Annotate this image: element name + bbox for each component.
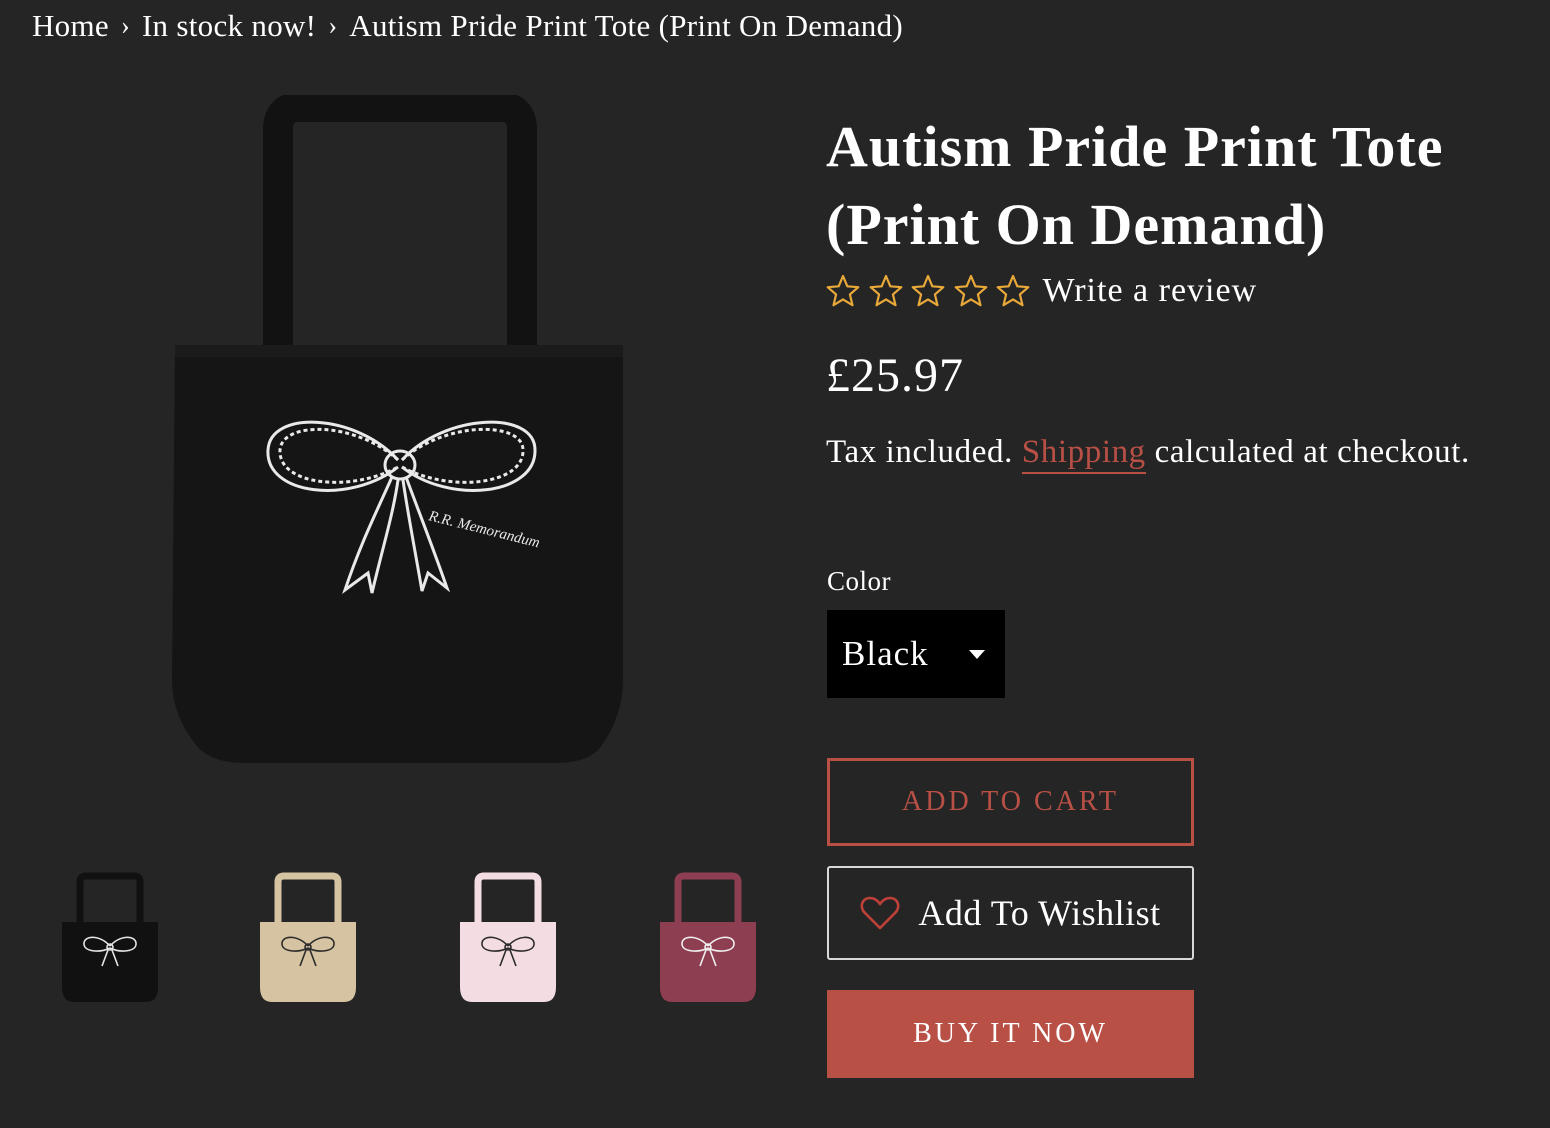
breadcrumb-current: Autism Pride Print Tote (Print On Demand… [349, 8, 904, 43]
breadcrumb-separator: › [120, 11, 130, 40]
star-icon[interactable] [996, 274, 1030, 308]
breadcrumb-separator: › [328, 11, 338, 40]
breadcrumb-in-stock[interactable]: In stock now! [142, 8, 316, 44]
star-icon[interactable] [869, 274, 903, 308]
rating: Write a review [826, 272, 1257, 310]
breadcrumb: Home › In stock now! › Autism Pride Prin… [32, 8, 903, 44]
caret-down-icon [969, 650, 985, 659]
star-icon[interactable] [954, 274, 988, 308]
thumbnail-oyster[interactable] [248, 862, 368, 1012]
breadcrumb-home[interactable]: Home [32, 8, 109, 44]
buy-it-now-button[interactable]: BUY IT NOW [827, 990, 1194, 1078]
shipping-link[interactable]: Shipping [1021, 434, 1146, 474]
thumbnail-berry[interactable] [648, 862, 768, 1012]
thumbnail-black[interactable] [50, 862, 170, 1012]
add-to-cart-label: ADD TO CART [902, 786, 1119, 817]
heart-icon [860, 896, 900, 930]
add-to-cart-button[interactable]: ADD TO CART [827, 758, 1194, 846]
page-title: Autism Pride Print Tote (Print On Demand… [826, 108, 1516, 264]
color-label: Color [827, 566, 892, 596]
product-price: £25.97 [826, 349, 964, 402]
product-main-image[interactable]: R.R. Memorandum [150, 92, 650, 785]
title-line-2: (Print On Demand) [826, 192, 1327, 257]
color-select-value: Black [842, 634, 929, 673]
title-line-1: Autism Pride Print Tote [826, 114, 1444, 179]
tax-prefix: Tax included. [826, 434, 1013, 470]
color-select[interactable]: Black [827, 610, 1005, 698]
star-icon[interactable] [826, 274, 860, 308]
tax-suffix: calculated at checkout. [1154, 434, 1470, 470]
add-to-wishlist-button[interactable]: Add To Wishlist [827, 866, 1194, 960]
buy-now-label: BUY IT NOW [913, 1018, 1108, 1049]
wishlist-label: Add To Wishlist [918, 893, 1161, 933]
thumbnail-gallery [40, 862, 780, 1012]
tax-note: Tax included. Shipping calculated at che… [826, 434, 1470, 474]
star-rating[interactable] [826, 274, 1039, 308]
write-review-link[interactable]: Write a review [1043, 272, 1258, 310]
star-icon[interactable] [911, 274, 945, 308]
thumbnail-pink[interactable] [448, 862, 568, 1012]
